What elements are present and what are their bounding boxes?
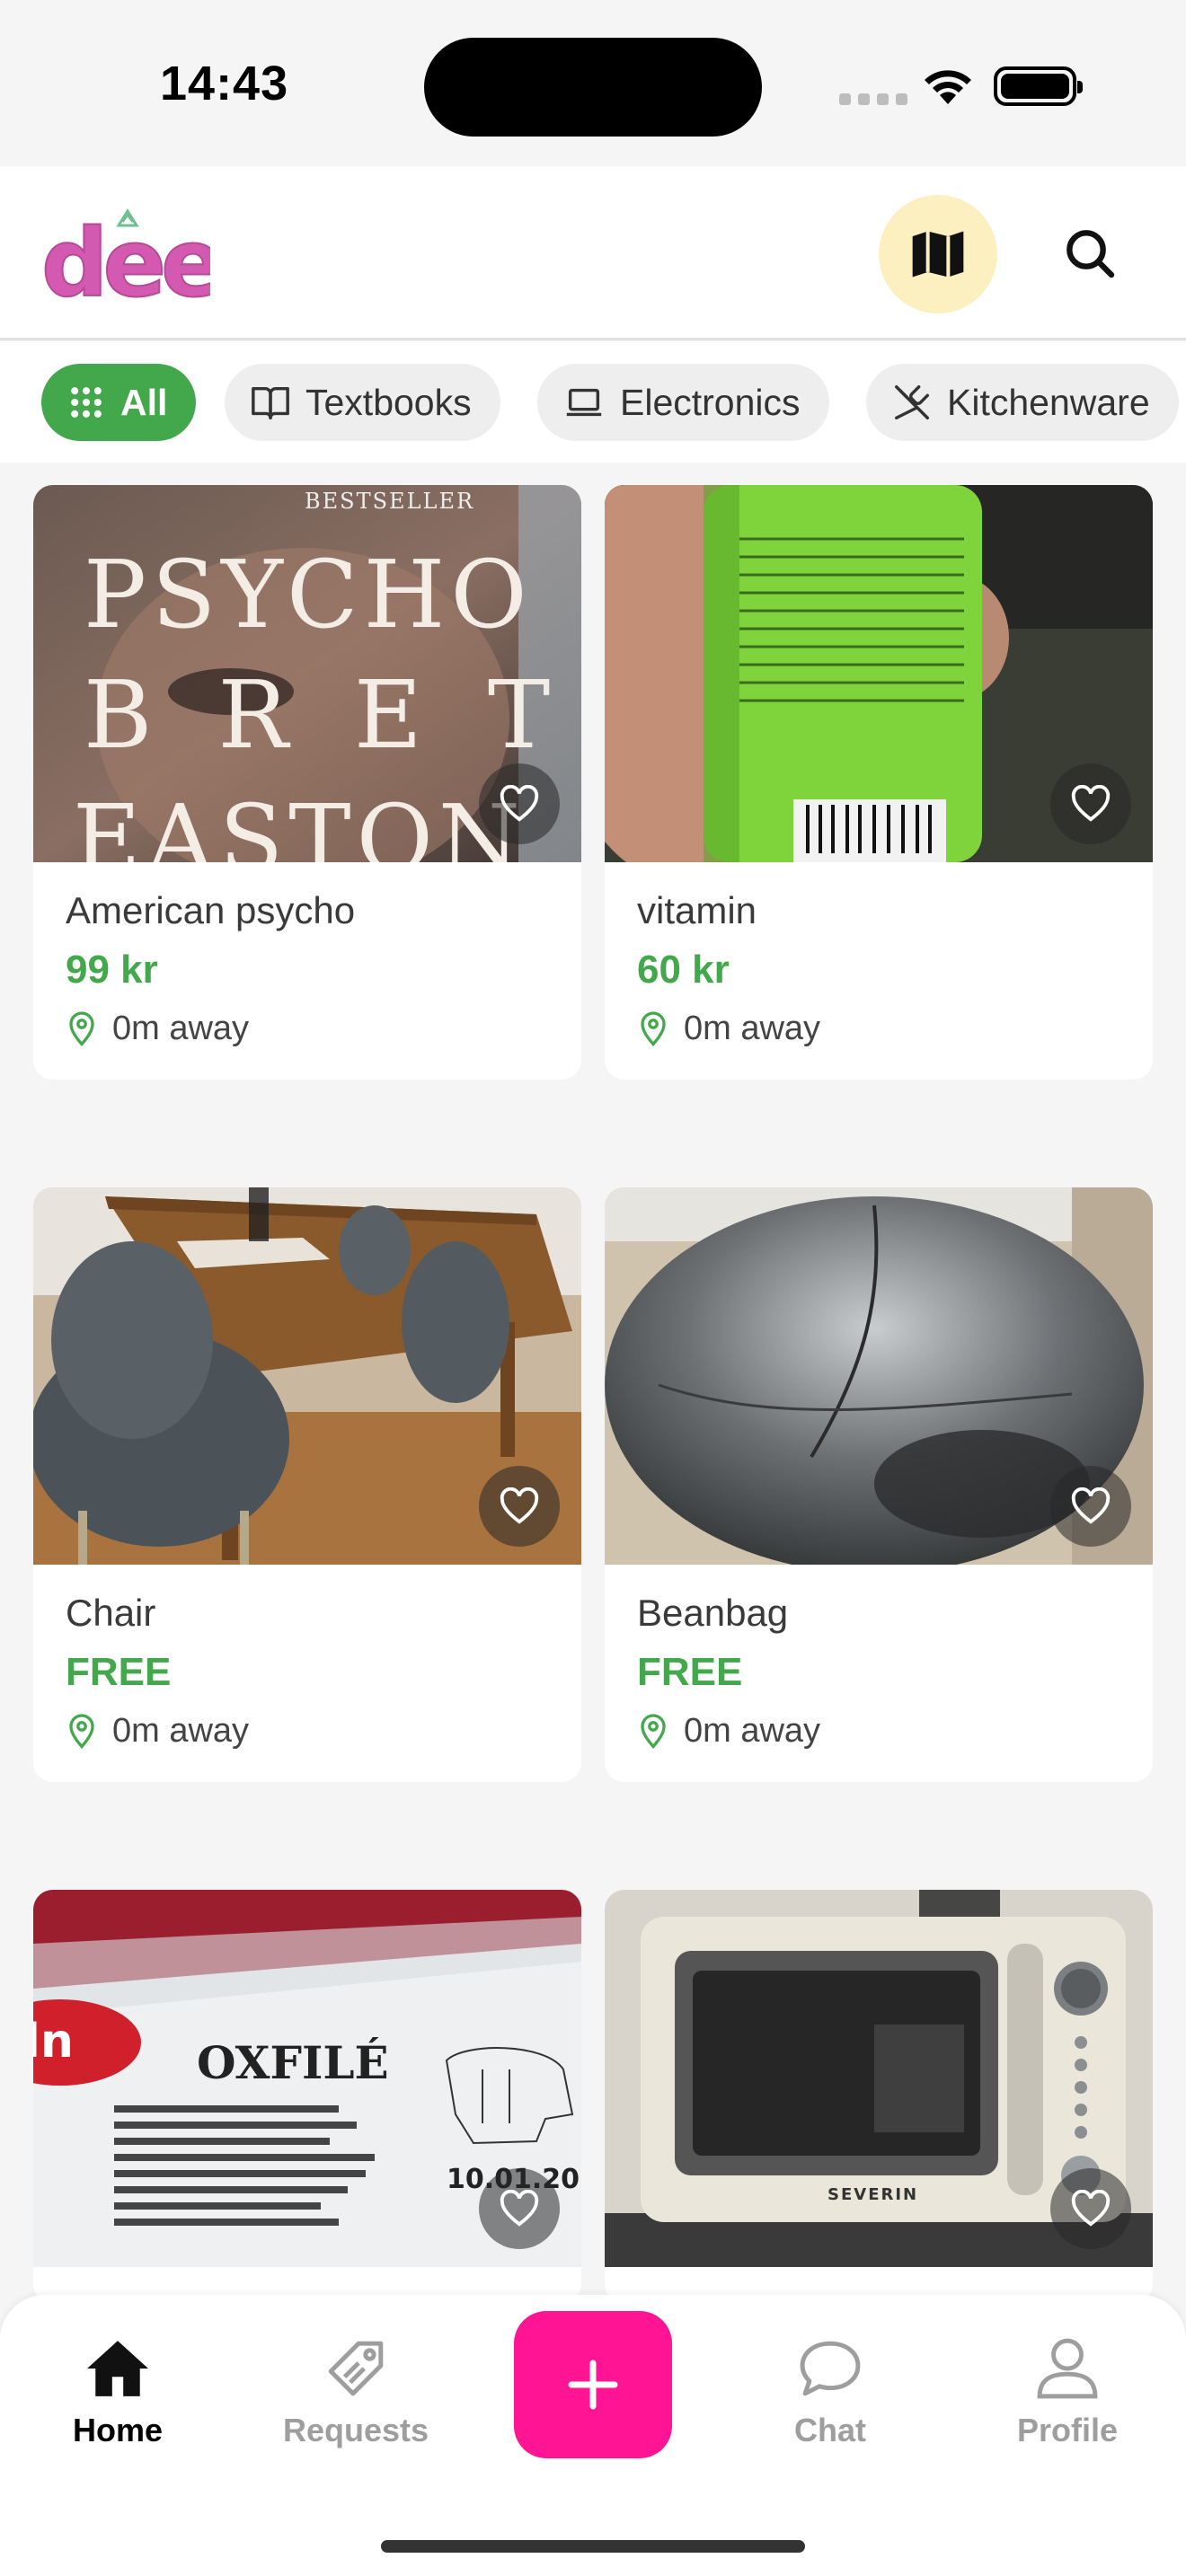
- nav-label: Requests: [282, 2412, 429, 2448]
- utensils-icon: [895, 385, 929, 419]
- favorite-button[interactable]: [1050, 1466, 1131, 1547]
- location-pin-icon: [641, 1010, 666, 1046]
- listing-card[interactable]: Chair FREE 0m away: [33, 1187, 581, 1782]
- plus-icon: [568, 2360, 618, 2410]
- category-chip-kitchenware[interactable]: Kitchenware: [866, 364, 1179, 441]
- nav-label: Home: [72, 2412, 164, 2448]
- book-cover-line-2: B R E T: [84, 660, 568, 770]
- listing-price: 99 kr: [66, 948, 158, 992]
- listing-distance-text: 0m away: [684, 1010, 821, 1047]
- location-pin-icon: [69, 1713, 94, 1749]
- user-icon: [1037, 2338, 1098, 2399]
- category-chip-all[interactable]: All: [41, 364, 197, 441]
- favorite-button[interactable]: [1050, 763, 1131, 844]
- home-indicator: [381, 2540, 805, 2553]
- status-bar: 14:43: [0, 0, 1186, 166]
- heart-icon: [500, 1487, 539, 1524]
- listing-card[interactable]: BESTSELLER PSYCHO B R E T EASTON America…: [33, 485, 581, 1080]
- listing-distance-text: 0m away: [112, 1010, 250, 1047]
- listing-distance-text: 0m away: [684, 1712, 821, 1750]
- laptop-icon: [566, 388, 602, 417]
- favorite-button[interactable]: [1050, 2168, 1131, 2249]
- category-filter-bar: All Textbooks Electronics Kitchenware: [0, 341, 1186, 463]
- favorite-button[interactable]: [479, 1466, 560, 1547]
- favorite-button[interactable]: [479, 2168, 560, 2249]
- listing-price: FREE: [66, 1650, 172, 1694]
- location-pin-icon: [641, 1713, 666, 1749]
- add-listing-button[interactable]: [514, 2311, 672, 2458]
- favorite-button[interactable]: [479, 763, 560, 844]
- map-icon: [912, 231, 964, 278]
- svg-text:ln: ln: [33, 2015, 74, 2069]
- book-icon: [252, 386, 289, 419]
- nav-chat[interactable]: Chat: [740, 2338, 920, 2449]
- listing-card[interactable]: SEVERIN: [605, 1890, 1153, 2303]
- nav-profile[interactable]: Profile: [978, 2338, 1157, 2449]
- listing-distance: 0m away: [66, 1010, 249, 1048]
- location-pin-icon: [69, 1010, 94, 1046]
- heart-icon: [1071, 2190, 1111, 2227]
- heart-icon: [1071, 1487, 1111, 1524]
- category-chip-label: All: [120, 381, 168, 423]
- search-button[interactable]: [1049, 213, 1130, 294]
- bottom-navigation: Home Requests Chat Profile: [0, 2295, 1186, 2576]
- category-chip-label: Textbooks: [305, 381, 472, 423]
- listing-title: vitamin: [637, 889, 757, 931]
- dynamic-island: [424, 38, 762, 137]
- home-icon: [87, 2341, 148, 2396]
- battery-icon: [994, 66, 1083, 106]
- listing-price: FREE: [637, 1650, 743, 1694]
- category-chip-textbooks[interactable]: Textbooks: [225, 364, 500, 441]
- listing-title: American psycho: [66, 889, 356, 931]
- listing-distance: 0m away: [637, 1010, 820, 1048]
- listing-title: Chair: [66, 1592, 156, 1634]
- heart-icon: [500, 2190, 539, 2227]
- category-chip-label: Electronics: [620, 381, 801, 423]
- listing-title: Beanbag: [637, 1592, 789, 1634]
- cellular-signal-icon: [839, 93, 907, 105]
- tag-icon: [328, 2341, 384, 2396]
- wifi-icon: [925, 70, 971, 104]
- microwave-brand-text: SEVERIN: [828, 2185, 918, 2204]
- heart-icon: [500, 785, 539, 822]
- listing-card[interactable]: ln OXFILÉ 10.01.2025: [33, 1890, 581, 2303]
- book-cover-line-1: PSYCHO: [84, 540, 533, 649]
- svg-text:deel: deel: [41, 208, 210, 308]
- listing-distance: 0m away: [637, 1712, 820, 1751]
- package-brand-text: OXFILÉ: [197, 2036, 389, 2089]
- status-time: 14:43: [160, 57, 289, 110]
- category-chip-electronics[interactable]: Electronics: [537, 364, 829, 441]
- category-chip-label: Kitchenware: [947, 381, 1150, 423]
- heart-icon: [1071, 785, 1111, 822]
- listing-card[interactable]: vitamin 60 kr 0m away: [605, 485, 1153, 1080]
- listing-distance: 0m away: [66, 1712, 249, 1751]
- grid-icon: [71, 387, 102, 418]
- chat-bubble-icon: [800, 2341, 861, 2396]
- listing-price: 60 kr: [637, 948, 730, 992]
- book-cover-badge: BESTSELLER: [305, 489, 474, 514]
- nav-requests[interactable]: Requests: [266, 2338, 446, 2449]
- app-header: deel: [0, 166, 1186, 340]
- nav-label: Profile: [1016, 2412, 1119, 2448]
- search-icon: [1067, 230, 1115, 278]
- listing-distance-text: 0m away: [112, 1712, 250, 1750]
- deel-logo[interactable]: deel: [40, 202, 210, 308]
- map-view-button[interactable]: [879, 195, 997, 313]
- listing-card[interactable]: Beanbag FREE 0m away: [605, 1187, 1153, 1782]
- nav-home[interactable]: Home: [28, 2338, 208, 2449]
- nav-label: Chat: [794, 2412, 866, 2448]
- book-cover-line-3: EASTON: [73, 784, 526, 862]
